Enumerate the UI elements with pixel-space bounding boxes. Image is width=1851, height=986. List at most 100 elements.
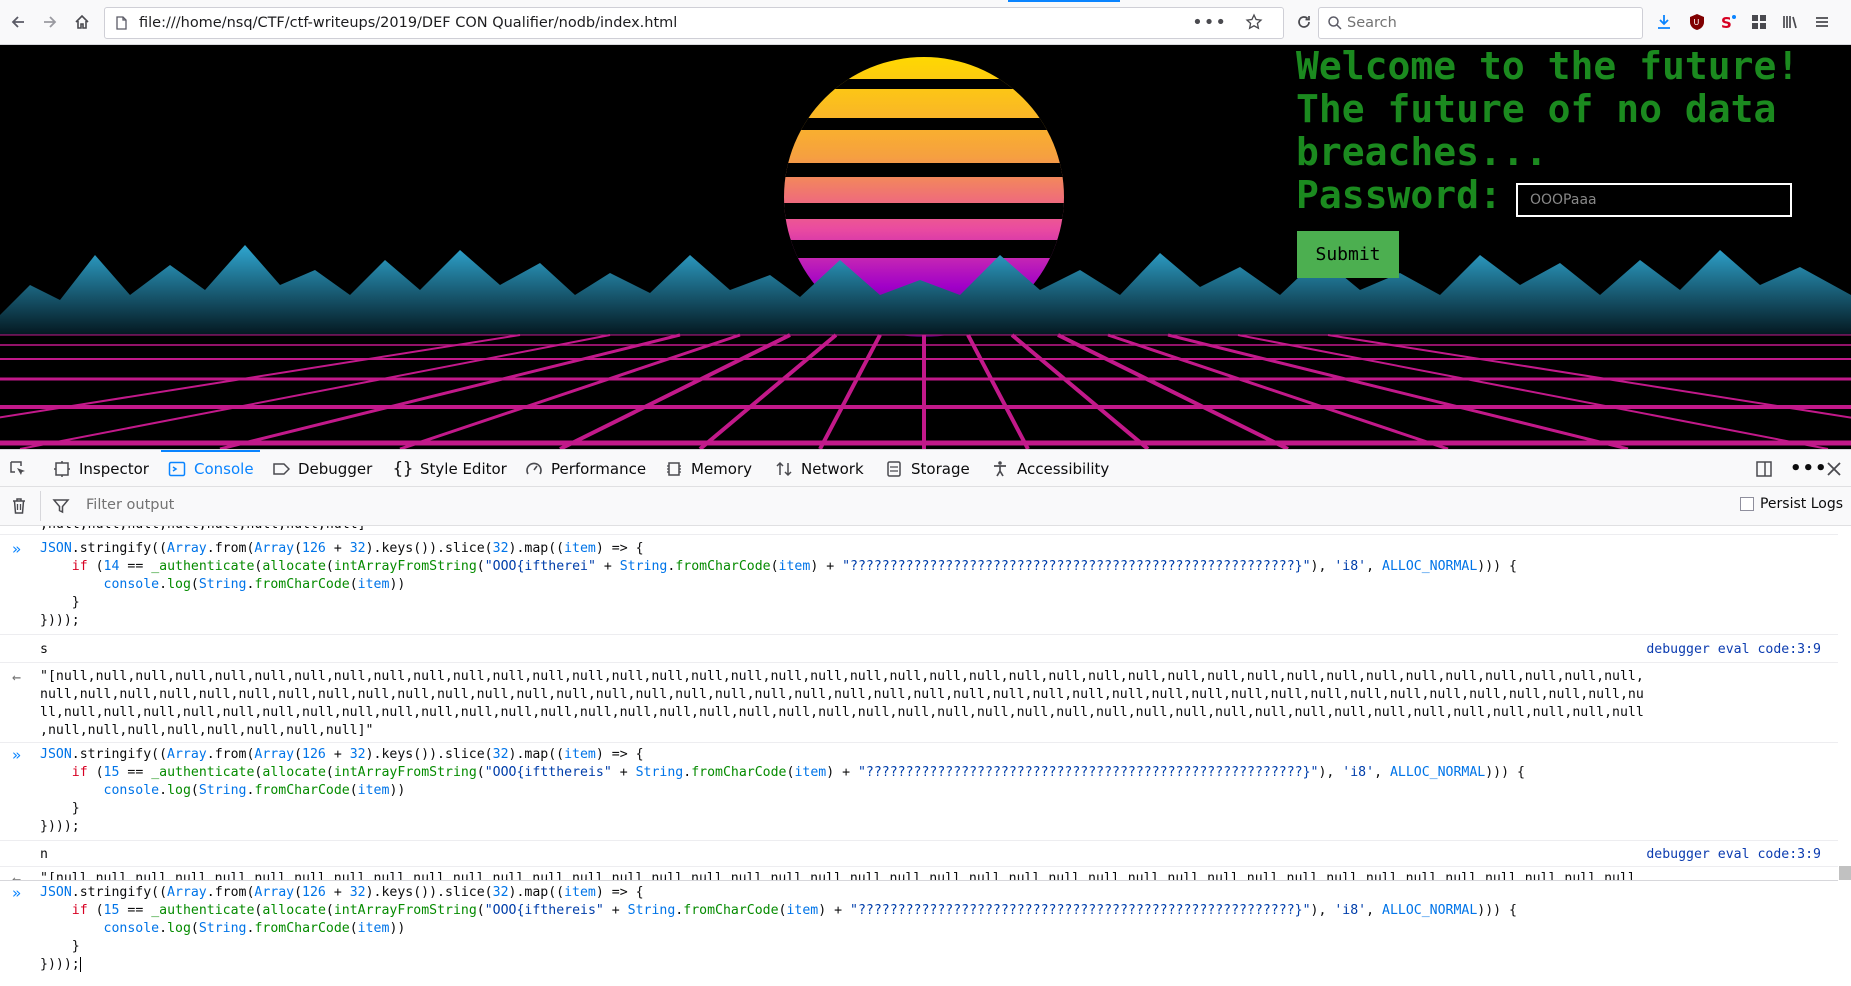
message-separator [0, 634, 1838, 635]
home-button[interactable] [68, 8, 96, 36]
tab-storage-label: Storage [911, 459, 970, 478]
memory-icon [664, 459, 684, 479]
console-input-last-line[interactable]: }))); [40, 957, 80, 972]
persist-logs-toggle[interactable]: Persist Logs [1739, 496, 1843, 512]
input-prompt-icon: » [12, 884, 22, 902]
console-input-line[interactable]: console.log(String.fromCharCode(item)) [40, 920, 406, 938]
extension-s-button[interactable]: S [1714, 8, 1742, 36]
filter-funnel-icon [52, 497, 70, 519]
library-button[interactable] [1776, 8, 1804, 36]
console-log-output: s [40, 642, 48, 657]
tab-debugger[interactable]: Debugger [271, 450, 372, 487]
tab-performance-label: Performance [551, 459, 647, 478]
active-tab-indicator [1008, 0, 1120, 2]
log-source-link[interactable]: debugger eval code:3:9 [1646, 846, 1821, 864]
input-separator [0, 880, 1838, 881]
submit-button[interactable]: Submit [1297, 231, 1399, 278]
tab-style-editor-label: Style Editor [420, 459, 507, 478]
persist-logs-label: Persist Logs [1759, 496, 1843, 512]
library-grid-button[interactable] [1745, 8, 1773, 36]
back-arrow-icon [11, 16, 24, 28]
console-result-line: ll,null,null,null,null,null,null,null,nu… [40, 705, 1644, 720]
grid-icon [1752, 15, 1766, 29]
console-log-output: n [40, 847, 48, 862]
download-icon [1658, 15, 1670, 29]
element-picker-button[interactable] [8, 450, 28, 487]
console-input-line: if (14 == _authenticate(allocate(intArra… [71, 559, 1517, 574]
back-button[interactable] [4, 8, 32, 36]
svg-text:U: U [1694, 18, 1700, 27]
page-info-icon[interactable] [113, 15, 129, 35]
console-input-line: JSON.stringify((Array.from(Array(126 + 3… [40, 541, 644, 556]
console-input-line: if (15 == _authenticate(allocate(intArra… [71, 765, 1525, 780]
persist-logs-checkbox[interactable] [1739, 497, 1754, 511]
svg-text:S: S [1721, 14, 1732, 31]
tab-inspector[interactable]: Inspector [52, 450, 149, 487]
search-icon [1327, 15, 1343, 35]
message-separator [0, 840, 1838, 841]
page-actions-menu-icon[interactable]: ••• [1192, 12, 1227, 33]
dock-side-icon [1756, 460, 1772, 477]
bookmark-star-icon[interactable] [1245, 13, 1263, 35]
console-icon [167, 459, 187, 479]
tab-console-label: Console [194, 459, 254, 478]
url-bar[interactable]: file:///home/nsq/CTF/ctf-writeups/2019/D… [104, 7, 1284, 39]
reload-button[interactable] [1290, 8, 1318, 36]
heading-line-3: breaches... [1296, 130, 1548, 174]
message-separator [0, 662, 1838, 663]
console-input-line[interactable]: } [40, 938, 80, 956]
message-separator [0, 534, 1838, 535]
dock-toggle-button[interactable] [1754, 450, 1774, 487]
result-arrow-icon: ← [12, 870, 22, 880]
tab-network-label: Network [801, 459, 864, 478]
console-input-line[interactable]: if (15 == _authenticate(allocate(intArra… [40, 902, 1517, 920]
search-bar[interactable]: Search [1318, 7, 1643, 39]
password-input[interactable]: OOOPaaa [1516, 183, 1792, 217]
tab-storage[interactable]: Storage [884, 450, 970, 487]
forward-arrow-icon [44, 16, 57, 28]
console-filter-bar: Filter output Persist Logs [0, 487, 1851, 526]
inspector-icon [52, 459, 72, 479]
heading-line-2: The future of no data [1296, 87, 1777, 131]
ublock-extension-button[interactable]: U [1683, 8, 1711, 36]
console-input-line[interactable]: }))); [40, 956, 81, 974]
tab-console[interactable]: Console [161, 450, 260, 487]
library-icon [1783, 16, 1797, 29]
tab-memory[interactable]: Memory [664, 450, 752, 487]
console-scrollbar[interactable] [1839, 866, 1851, 880]
console-result-line: "[null,null,null,null,null,null,null,nul… [40, 669, 1644, 684]
devtools-menu-icon[interactable]: ••• [1790, 450, 1828, 487]
result-arrow-icon: ← [12, 668, 22, 686]
console-result-line: "[null,null,null,null,null,null,null,nul… [40, 871, 1644, 880]
tab-performance[interactable]: Performance [524, 450, 646, 487]
console-input-line[interactable]: JSON.stringify((Array.from(Array(126 + 3… [40, 884, 644, 902]
console-input-line: console.log(String.fromCharCode(item)) [103, 577, 406, 592]
debugger-icon [271, 459, 291, 479]
filter-output-input[interactable]: Filter output [86, 497, 174, 513]
devtools-tab-bar: Inspector Console Debugger {} Style Edit… [0, 449, 1851, 487]
clear-console-trash-icon[interactable] [10, 497, 28, 519]
menu-button[interactable] [1808, 8, 1836, 36]
neon-grid [0, 333, 1851, 449]
log-source-link[interactable]: debugger eval code:3:9 [1646, 641, 1821, 659]
message-separator [0, 866, 1838, 867]
downloads-button[interactable] [1650, 8, 1678, 36]
console-input-line: } [40, 801, 80, 816]
tab-network[interactable]: Network [774, 450, 864, 487]
tab-debugger-label: Debugger [298, 459, 373, 478]
input-prompt-icon: » [12, 746, 22, 764]
reload-icon [1298, 16, 1310, 28]
tab-style-editor[interactable]: {} Style Editor [393, 450, 507, 487]
forward-button[interactable] [36, 8, 64, 36]
url-text[interactable]: file:///home/nsq/CTF/ctf-writeups/2019/D… [139, 15, 677, 31]
console-input-line: } [40, 595, 80, 610]
text-cursor [79, 956, 81, 972]
input-prompt-icon: » [12, 540, 22, 558]
console-input-line: }))); [40, 613, 80, 628]
tab-inspector-label: Inspector [79, 459, 149, 478]
console-result-line: null,null,null,null,null,null,null,null,… [40, 687, 1644, 702]
tab-accessibility[interactable]: Accessibility [990, 450, 1109, 487]
close-devtools-button[interactable] [1826, 450, 1842, 487]
console-input-line: JSON.stringify((Array.from(Array(126 + 3… [40, 747, 644, 762]
hamburger-menu-icon [1816, 17, 1828, 27]
